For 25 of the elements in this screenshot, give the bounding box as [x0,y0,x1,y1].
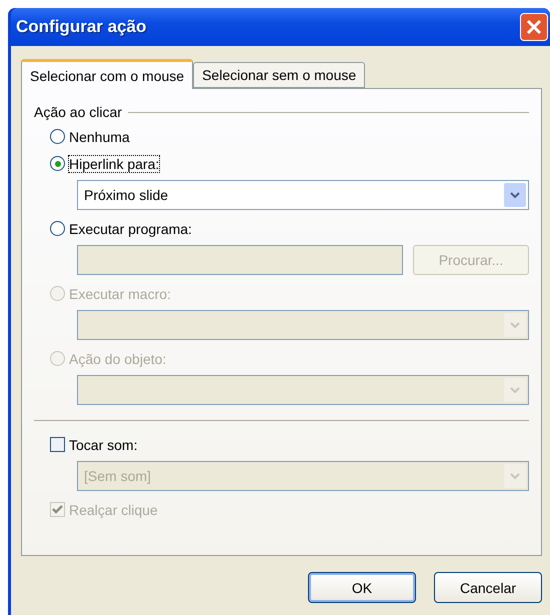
checkbox-label: Realçar clique [69,502,158,518]
dialog-button[interactable]: OK [308,572,416,603]
close-icon [526,19,542,35]
chevron-down-icon [510,192,520,198]
dropdown[interactable]: Próximo slide [77,180,529,210]
radio-button[interactable] [50,129,65,144]
radio-button[interactable] [50,156,65,171]
chevron-down-icon [510,386,520,394]
radio-button[interactable] [50,221,65,236]
checkbox-label: Tocar som: [69,436,138,452]
tab[interactable]: Selecionar sem o mouse [193,62,366,88]
dialog-button[interactable]: Cancelar [434,572,542,603]
radio-label: Ação do objeto: [69,350,166,366]
chevron-down-icon [510,472,520,480]
check-icon [52,505,63,514]
radio-label: Nenhuma [69,128,130,144]
checkbox[interactable] [50,437,65,452]
close-button[interactable] [520,13,548,41]
group-title: Ação ao clicar [34,104,122,120]
radio-label: Executar macro: [69,286,171,302]
chevron-down-icon [510,322,520,328]
radio-label: Hiperlink para: [69,156,160,172]
radio-label: Executar programa: [69,220,192,236]
tab[interactable]: Selecionar com o mouse [21,59,194,89]
window-title: Configurar ação [16,17,146,37]
